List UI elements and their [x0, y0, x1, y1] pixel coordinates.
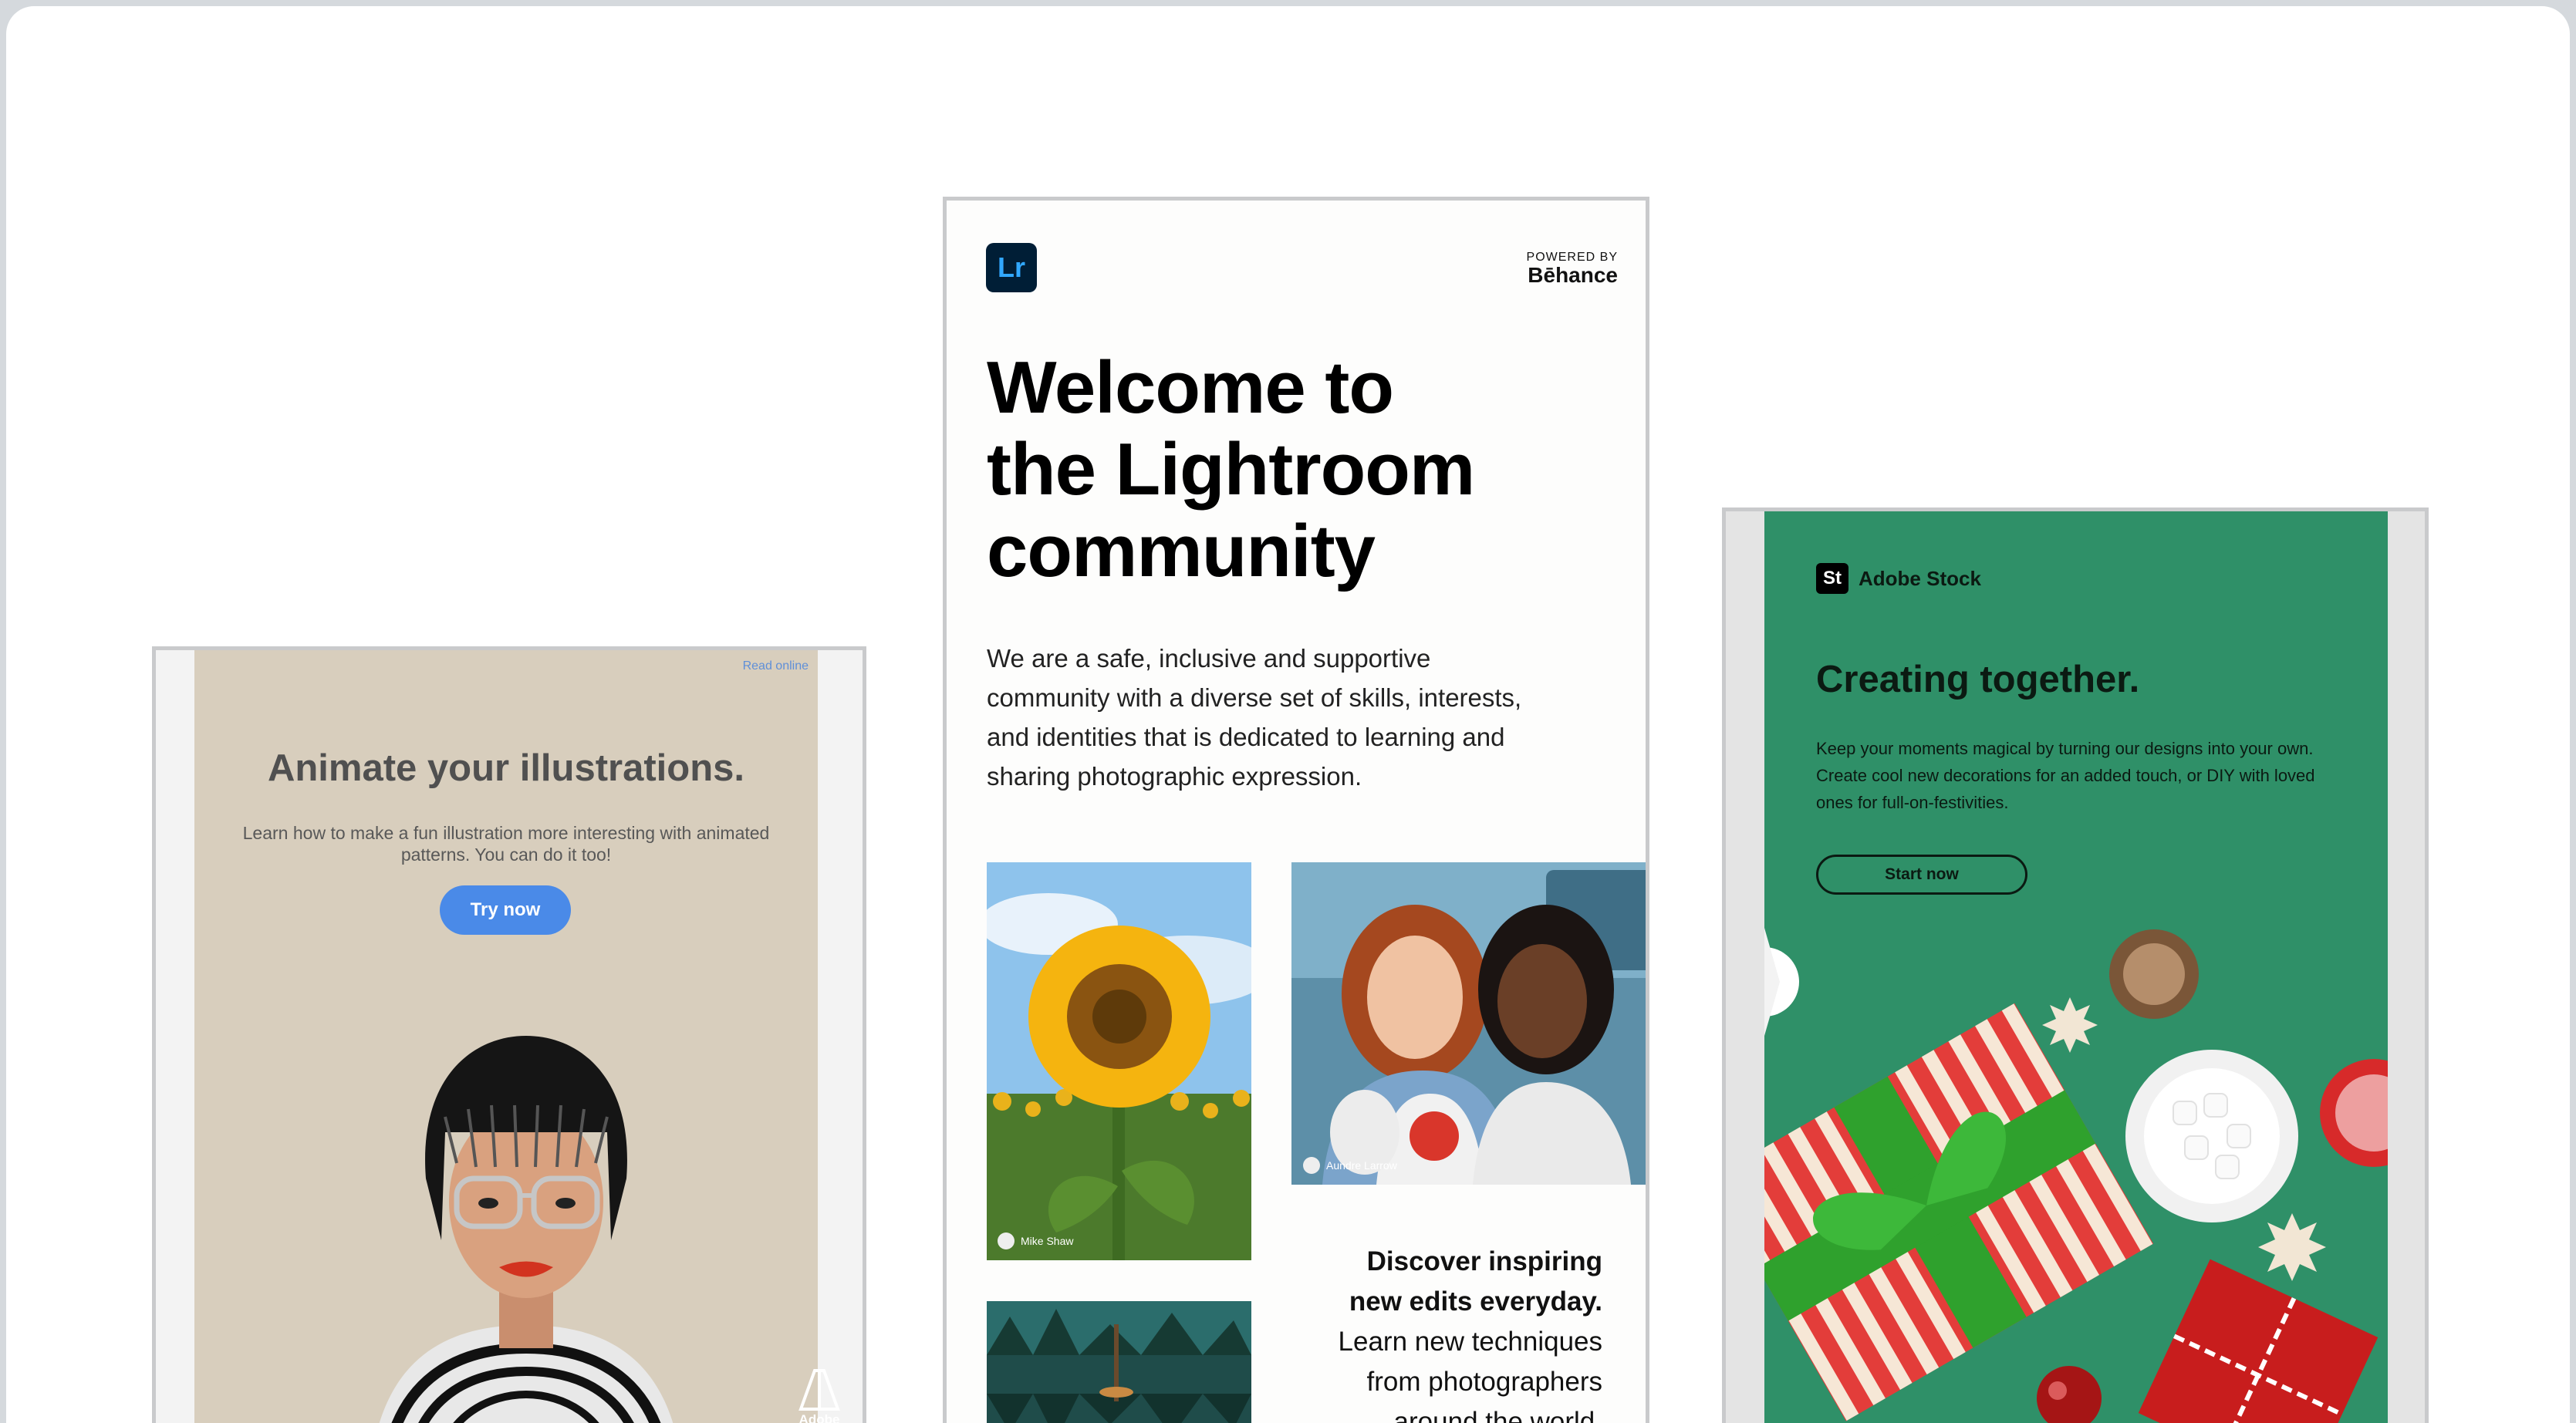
adobe-stock-brand: Adobe Stock	[1859, 567, 1981, 590]
animate-description: Learn how to make a fun illustration mor…	[242, 823, 770, 865]
headline-line-2: the Lightroom	[987, 428, 1475, 511]
discover-line-2: from photographers	[1366, 1367, 1602, 1397]
behance-logo: Bēhance	[1528, 263, 1618, 287]
friends-credit-name: Aundre Larrow	[1326, 1159, 1397, 1172]
adobe-logo-icon: Adobe	[796, 1367, 842, 1423]
discover-line-3: around the world.	[1393, 1407, 1602, 1423]
discover-heading-1: Discover inspiring	[1366, 1246, 1602, 1276]
headline-line-3: community	[987, 510, 1376, 592]
sunflower-credit: Mike Shaw	[998, 1232, 1073, 1249]
animate-title: Animate your illustrations.	[267, 747, 745, 789]
sunflower-credit-name: Mike Shaw	[1021, 1235, 1074, 1247]
holiday-gifts-image	[1764, 928, 2388, 1423]
illustrated-portrait-image	[379, 1036, 674, 1423]
try-now-button[interactable]: Try now	[440, 885, 571, 935]
stock-panel: St Adobe Stock Creating together. Keep y…	[1764, 511, 2388, 1423]
stock-description: Keep your moments magical by turning our…	[1816, 739, 2315, 812]
discover-line-1: Learn new techniques	[1338, 1327, 1602, 1357]
lightroom-headline: Welcome to the Lightroom community	[987, 347, 1573, 592]
animate-email-card[interactable]: Read online Animate your illustrations. …	[152, 646, 866, 1423]
lightroom-email-card[interactable]: Lr POWERED BY Bēhance Welcome to the Lig…	[943, 197, 1649, 1423]
adobe-wordmark: Adobe	[798, 1412, 840, 1423]
friends-credit: Aundre Larrow	[1303, 1157, 1397, 1174]
read-online-link[interactable]: Read online	[743, 659, 809, 673]
sunflower-photo[interactable]	[987, 862, 1251, 1260]
adobe-stock-email-card[interactable]: St Adobe Stock Creating together. Keep y…	[1722, 507, 2429, 1423]
animate-panel: Read online Animate your illustrations. …	[194, 650, 840, 1423]
browser-frame: Read online Animate your illustrations. …	[6, 6, 2570, 1423]
lightroom-description: We are a safe, inclusive and supportive …	[987, 644, 1522, 791]
avatar	[998, 1232, 1015, 1249]
start-now-button[interactable]: Start now	[1816, 855, 2027, 895]
avatar	[1303, 1157, 1320, 1174]
adobe-stock-logo-icon: St	[1816, 563, 1848, 594]
discover-heading-2: new edits everyday.	[1349, 1286, 1602, 1317]
discover-section: Discover inspiring new edits everyday. L…	[1278, 1242, 1602, 1423]
lightroom-logo-icon: Lr	[986, 243, 1037, 292]
stock-title: Creating together.	[1816, 659, 2140, 700]
powered-by-behance: POWERED BY Bēhance	[1527, 251, 1618, 288]
lake-photo[interactable]	[987, 1301, 1251, 1423]
headline-line-1: Welcome to	[987, 346, 1394, 429]
friends-photo[interactable]	[1291, 862, 1649, 1185]
